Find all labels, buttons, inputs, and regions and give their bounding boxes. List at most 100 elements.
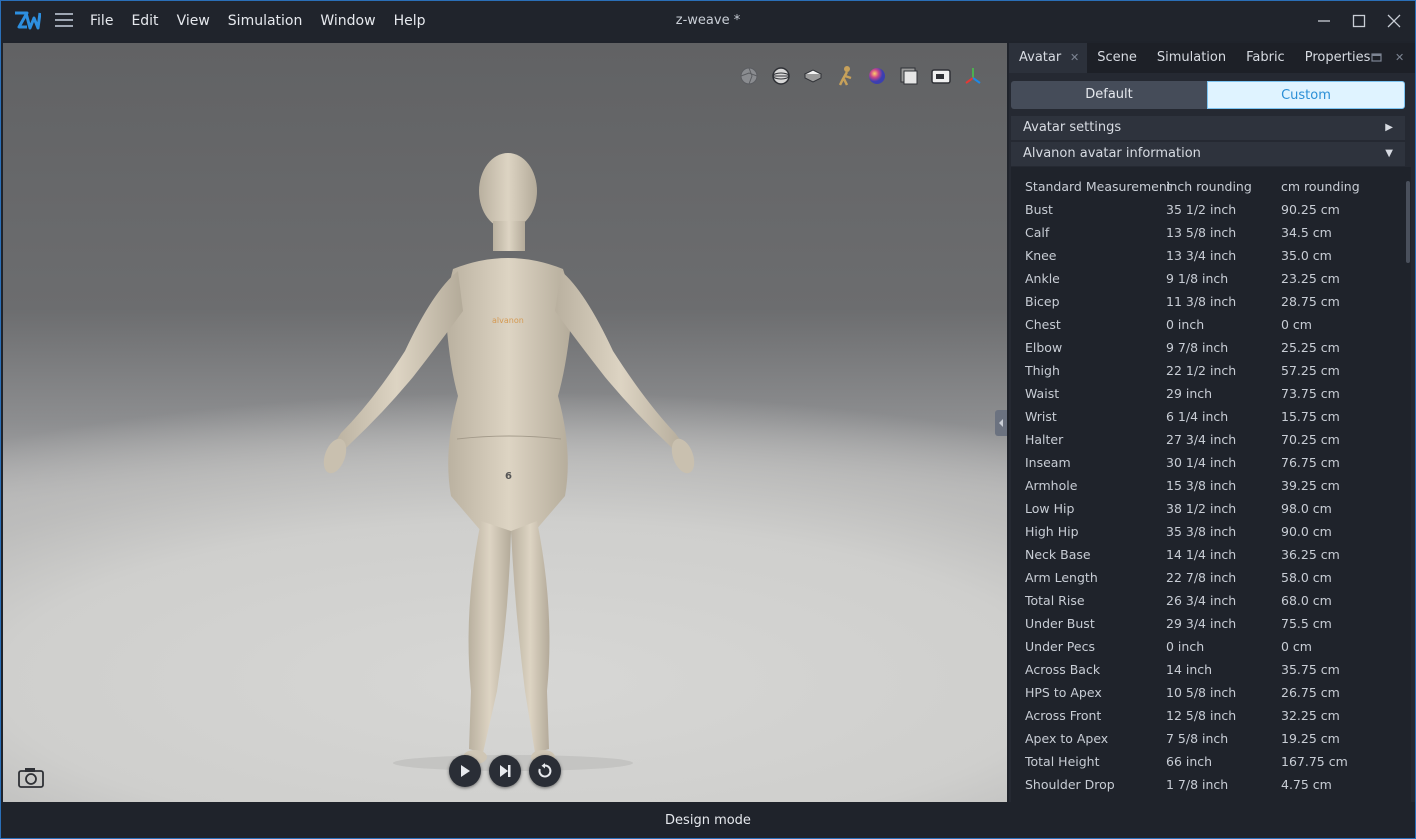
menu-edit[interactable]: Edit xyxy=(122,13,167,29)
menu-bar: File Edit View Simulation Window Help xyxy=(81,1,435,41)
measurement-name: Bust xyxy=(1025,202,1053,217)
sewing-machine-icon[interactable] xyxy=(925,63,957,89)
menu-window[interactable]: Window xyxy=(311,13,384,29)
inch-value: 14 inch xyxy=(1166,662,1213,677)
screenshot-button[interactable] xyxy=(17,765,45,789)
custom-toggle[interactable]: Custom xyxy=(1207,81,1405,109)
maximize-icon xyxy=(1352,14,1366,28)
cm-value: 32.25 cm xyxy=(1281,708,1340,723)
hamburger-menu-icon[interactable] xyxy=(55,13,73,29)
inch-value: 66 inch xyxy=(1166,754,1213,769)
measurement-name: Arm Length xyxy=(1025,570,1098,585)
color-sphere-icon[interactable] xyxy=(861,63,893,89)
inch-value: 6 1/4 inch xyxy=(1166,409,1229,424)
status-bar: Design mode xyxy=(1,803,1415,838)
panel-tabs: Avatar ✕ Scene Simulation Fabric Propert… xyxy=(1009,43,1415,73)
measurement-name: Low Hip xyxy=(1025,501,1075,516)
cm-value: 35.75 cm xyxy=(1281,662,1340,677)
avatar-mode-toggle: Default Custom xyxy=(1011,81,1405,109)
minimize-button[interactable] xyxy=(1306,1,1342,41)
table-row: Bicep 11 3/8 inch 28.75 cm xyxy=(1011,290,1405,313)
table-row: Thigh 22 1/2 inch 57.25 cm xyxy=(1011,359,1405,382)
table-row: Low Hip 38 1/2 inch 98.0 cm xyxy=(1011,497,1405,520)
camera-icon xyxy=(18,768,44,788)
scrollbar-thumb[interactable] xyxy=(1406,181,1410,263)
menu-help[interactable]: Help xyxy=(385,13,435,29)
box-icon[interactable] xyxy=(797,63,829,89)
inch-value: 26 3/4 inch xyxy=(1166,593,1237,608)
table-row: Bust 35 1/2 inch 90.25 cm xyxy=(1011,198,1405,221)
avatar-info-label: Alvanon avatar information xyxy=(1023,146,1201,161)
cm-value: 28.75 cm xyxy=(1281,294,1340,309)
measurement-name: Wrist xyxy=(1025,409,1057,424)
reset-button[interactable] xyxy=(529,755,561,787)
cm-value: 98.0 cm xyxy=(1281,501,1332,516)
table-scrollbar[interactable] xyxy=(1405,167,1411,802)
avatar-settings-label: Avatar settings xyxy=(1023,120,1122,135)
table-row: High Hip 35 3/8 inch 90.0 cm xyxy=(1011,520,1405,543)
measurement-name: Total Rise xyxy=(1025,593,1085,608)
table-row: Neck Base 14 1/4 inch 36.25 cm xyxy=(1011,543,1405,566)
panel-float-icon[interactable] xyxy=(1371,51,1385,65)
inch-value: 14 1/4 inch xyxy=(1166,547,1237,562)
table-row: Under Pecs 0 inch 0 cm xyxy=(1011,635,1405,658)
layers-icon[interactable] xyxy=(893,63,925,89)
table-row: Under Bust 29 3/4 inch 75.5 cm xyxy=(1011,612,1405,635)
tab-scene[interactable]: Scene xyxy=(1087,43,1147,73)
avatar-settings-header[interactable]: Avatar settings ▶ xyxy=(1011,116,1405,140)
mode-label: Design mode xyxy=(665,813,751,828)
default-toggle[interactable]: Default xyxy=(1011,81,1207,109)
sphere-mesh-icon[interactable] xyxy=(765,63,797,89)
aperture-icon[interactable] xyxy=(733,63,765,89)
cm-value: 36.25 cm xyxy=(1281,547,1340,562)
tab-fabric[interactable]: Fabric xyxy=(1236,43,1295,73)
cm-value: 70.25 cm xyxy=(1281,432,1340,447)
inch-value: 30 1/4 inch xyxy=(1166,455,1237,470)
tab-simulation[interactable]: Simulation xyxy=(1147,43,1236,73)
app-logo-icon xyxy=(15,11,41,30)
cm-value: 35.0 cm xyxy=(1281,248,1332,263)
cm-value: 58.0 cm xyxy=(1281,570,1332,585)
panel-close-icon[interactable]: ✕ xyxy=(1395,51,1409,65)
step-forward-button[interactable] xyxy=(489,755,521,787)
title-bar: File Edit View Simulation Window Help z-… xyxy=(1,1,1415,41)
avatar-pose-icon[interactable] xyxy=(829,63,861,89)
table-row: Waist 29 inch 73.75 cm xyxy=(1011,382,1405,405)
maximize-button[interactable] xyxy=(1341,1,1377,41)
inch-value: 11 3/8 inch xyxy=(1166,294,1237,309)
measurement-name: Thigh xyxy=(1025,363,1060,378)
tab-properties[interactable]: Properties xyxy=(1295,43,1381,73)
play-button[interactable] xyxy=(449,755,481,787)
measurement-name: Calf xyxy=(1025,225,1050,240)
cm-value: 26.75 cm xyxy=(1281,685,1340,700)
menu-view[interactable]: View xyxy=(168,13,219,29)
avatar-size-label: 6 xyxy=(505,471,512,482)
chevron-right-icon: ▶ xyxy=(1385,122,1393,133)
inch-value: 35 1/2 inch xyxy=(1166,202,1237,217)
avatar-info-header[interactable]: Alvanon avatar information ▼ xyxy=(1011,142,1405,166)
inch-value: 22 7/8 inch xyxy=(1166,570,1237,585)
axis-gizmo-icon[interactable] xyxy=(957,63,989,89)
cm-value: 167.75 cm xyxy=(1281,754,1348,769)
measurement-name: Under Bust xyxy=(1025,616,1095,631)
tab-avatar[interactable]: Avatar ✕ xyxy=(1009,43,1088,73)
menu-file[interactable]: File xyxy=(81,13,122,29)
reset-icon xyxy=(538,763,552,778)
menu-simulation[interactable]: Simulation xyxy=(219,13,312,29)
cm-value: 23.25 cm xyxy=(1281,271,1340,286)
measurement-name: High Hip xyxy=(1025,524,1079,539)
table-row: Calf 13 5/8 inch 34.5 cm xyxy=(1011,221,1405,244)
avatar-model[interactable]: alvanon 6 xyxy=(273,151,743,773)
3d-viewport[interactable]: alvanon 6 xyxy=(3,43,1007,802)
close-button[interactable] xyxy=(1376,1,1412,41)
table-row: Armhole 15 3/8 inch 39.25 cm xyxy=(1011,474,1405,497)
table-row: Arm Length 22 7/8 inch 58.0 cm xyxy=(1011,566,1405,589)
measurement-name: Elbow xyxy=(1025,340,1063,355)
measurement-name: Armhole xyxy=(1025,478,1078,493)
measurement-name: Halter xyxy=(1025,432,1064,447)
tab-close-icon[interactable]: ✕ xyxy=(1070,43,1079,73)
cm-value: 25.25 cm xyxy=(1281,340,1340,355)
avatar-brand-label: alvanon xyxy=(492,316,524,325)
panel-collapse-handle[interactable] xyxy=(995,410,1007,436)
cm-value: 90.25 cm xyxy=(1281,202,1340,217)
